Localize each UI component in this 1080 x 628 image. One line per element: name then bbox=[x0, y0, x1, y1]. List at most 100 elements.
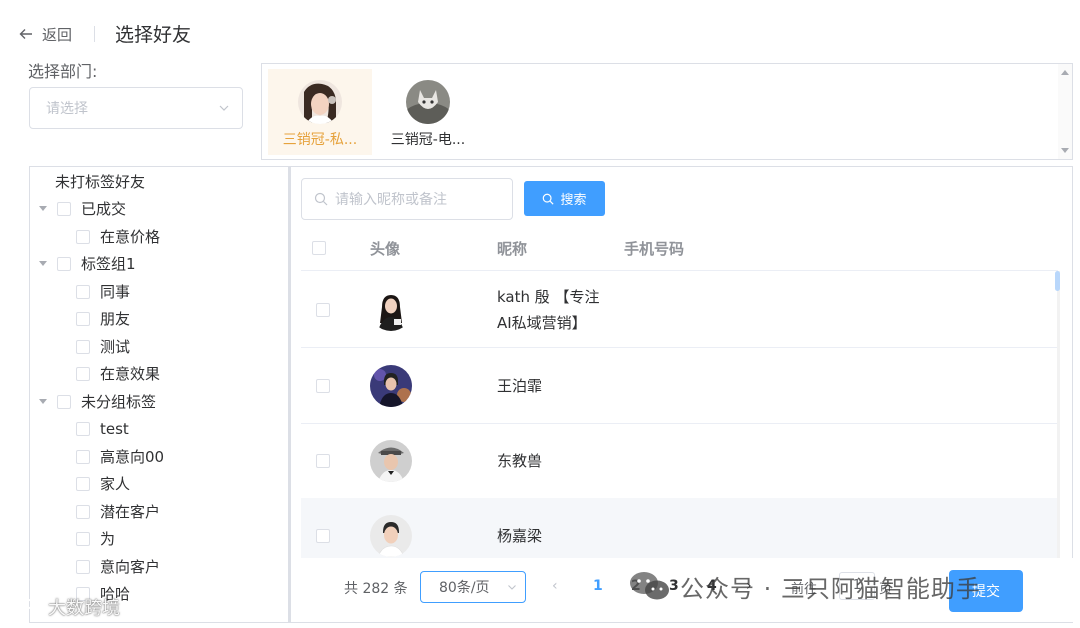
table-header: 头像 昵称 手机号码 bbox=[301, 227, 1058, 271]
chevron-down-icon bbox=[508, 585, 516, 590]
tree-group[interactable]: 标签组1 bbox=[39, 250, 136, 277]
checkbox[interactable] bbox=[76, 366, 90, 381]
tree-group-label: 未分组标签 bbox=[81, 393, 157, 411]
column-header-nickname: 昵称 bbox=[497, 240, 528, 258]
watermark-wechat: 公众号 · 三只阿猫智能助手 bbox=[628, 566, 981, 606]
checkbox[interactable] bbox=[76, 476, 90, 491]
department-label: 选择部门: bbox=[28, 62, 98, 81]
pagination-total: 共 282 条 bbox=[344, 581, 408, 597]
tree-group-label: 标签组1 bbox=[81, 255, 136, 273]
table-row[interactable]: 东教兽 bbox=[301, 423, 1058, 499]
arrow-left-icon bbox=[19, 29, 32, 39]
checkbox[interactable] bbox=[76, 311, 90, 326]
department-placeholder: 请选择 bbox=[46, 101, 88, 117]
prev-page-button[interactable]: ‹ bbox=[552, 578, 558, 594]
row-checkbox[interactable] bbox=[316, 529, 330, 543]
friend-list-panel: 请输入昵称或备注 搜索 头像 昵称 手机号码 kath 殷 【专注 AI私域营销… bbox=[291, 166, 1073, 623]
checkbox[interactable] bbox=[76, 449, 90, 464]
tree-item-label: 高意向00 bbox=[100, 448, 165, 466]
tree-item[interactable]: 家人 bbox=[76, 470, 130, 497]
table-row[interactable]: kath 殷 【专注 AI私域营销】 bbox=[301, 272, 1058, 348]
avatar bbox=[370, 365, 412, 407]
row-checkbox[interactable] bbox=[316, 303, 330, 317]
checkbox[interactable] bbox=[76, 229, 90, 244]
selected-friend-name: 三销冠-私... bbox=[282, 132, 358, 148]
header-divider bbox=[94, 26, 95, 42]
tree-item[interactable]: 潜在客户 bbox=[76, 498, 160, 525]
search-icon bbox=[543, 193, 555, 205]
checkbox[interactable] bbox=[57, 256, 71, 271]
tree-item-label: 测试 bbox=[100, 338, 131, 356]
search-icon bbox=[314, 192, 328, 206]
vertical-scrollbar[interactable] bbox=[1058, 64, 1072, 159]
tree-item-label: 为 bbox=[100, 530, 116, 548]
back-button[interactable]: 返回 bbox=[18, 22, 72, 46]
tree-item[interactable]: 在意价格 bbox=[76, 223, 160, 250]
tree-group[interactable]: 已成交 bbox=[39, 195, 126, 222]
table-scrollbar-track[interactable] bbox=[1057, 271, 1060, 559]
tree-item-label: 未打标签好友 bbox=[55, 173, 146, 191]
caret-down-icon[interactable] bbox=[39, 399, 47, 404]
page-title: 选择好友 bbox=[115, 24, 192, 46]
department-select[interactable]: 请选择 bbox=[29, 87, 243, 129]
selected-friend-card[interactable]: 三销冠-电... bbox=[376, 69, 480, 155]
checkbox[interactable] bbox=[76, 339, 90, 354]
back-label: 返回 bbox=[42, 25, 73, 44]
caret-down-icon[interactable] bbox=[39, 261, 47, 266]
tree-item-label: 家人 bbox=[100, 475, 131, 493]
avatar bbox=[298, 80, 342, 124]
selected-friend-name: 三销冠-电... bbox=[390, 132, 466, 148]
table-row[interactable]: 王泊霏 bbox=[301, 348, 1058, 424]
checkbox[interactable] bbox=[57, 201, 71, 216]
page-size-value: 80条/页 bbox=[439, 580, 490, 596]
tree-item[interactable]: 高意向00 bbox=[76, 443, 164, 470]
checkbox[interactable] bbox=[76, 504, 90, 519]
search-input[interactable]: 请输入昵称或备注 bbox=[301, 178, 513, 220]
page-number-1[interactable]: 1 bbox=[593, 578, 603, 594]
nickname-line: kath 殷 【专注 bbox=[497, 288, 600, 306]
tree-item[interactable]: test bbox=[76, 415, 129, 442]
column-header-phone: 手机号码 bbox=[624, 240, 685, 258]
tree-item-label: 潜在客户 bbox=[100, 503, 161, 521]
chevron-down-icon bbox=[219, 105, 229, 111]
tag-tree: 未打标签好友 已成交 在意价格 标签组1 同事 朋友 测试 在意效果 未分组标签… bbox=[29, 166, 290, 623]
search-placeholder: 请输入昵称或备注 bbox=[335, 192, 447, 208]
search-button[interactable]: 搜索 bbox=[524, 181, 605, 216]
checkbox[interactable] bbox=[57, 394, 71, 409]
nickname: 王泊霏 bbox=[497, 377, 543, 395]
row-checkbox[interactable] bbox=[316, 379, 330, 393]
checkbox[interactable] bbox=[76, 284, 90, 299]
tree-item-label: 同事 bbox=[100, 283, 131, 301]
tree-item-label: 在意效果 bbox=[100, 365, 161, 383]
search-button-label: 搜索 bbox=[560, 193, 587, 208]
select-all-checkbox[interactable] bbox=[312, 241, 326, 255]
checkbox[interactable] bbox=[76, 421, 90, 436]
selected-friends-box: 三销冠-私... 三销冠-电... bbox=[261, 63, 1073, 160]
table-scrollbar-thumb[interactable] bbox=[1055, 271, 1060, 291]
tree-item[interactable]: 意向客户 bbox=[76, 553, 160, 580]
checkbox[interactable] bbox=[76, 559, 90, 574]
avatar bbox=[370, 289, 412, 331]
tree-item[interactable]: 为 bbox=[76, 525, 115, 552]
tree-group[interactable]: 未分组标签 bbox=[39, 388, 156, 415]
nickname-line: AI私域营销】 bbox=[497, 314, 587, 332]
tree-item[interactable]: 朋友 bbox=[76, 305, 130, 332]
checkbox[interactable] bbox=[76, 531, 90, 546]
tree-item-label: 朋友 bbox=[100, 310, 131, 328]
selected-friend-card[interactable]: 三销冠-私... bbox=[268, 69, 372, 155]
scroll-down-icon[interactable] bbox=[1061, 148, 1069, 153]
tree-item-label: test bbox=[100, 419, 129, 438]
tree-item[interactable]: 同事 bbox=[76, 278, 130, 305]
caret-down-icon[interactable] bbox=[39, 206, 47, 211]
tree-item[interactable]: 在意效果 bbox=[76, 360, 160, 387]
tree-item-untagged[interactable]: 未打标签好友 bbox=[55, 168, 145, 195]
brand-logo-icon bbox=[8, 598, 42, 616]
tree-item[interactable]: 测试 bbox=[76, 333, 130, 360]
nickname: 东教兽 bbox=[497, 452, 543, 470]
row-checkbox[interactable] bbox=[316, 454, 330, 468]
avatar bbox=[370, 515, 412, 557]
watermark-logo: 大数跨境 bbox=[8, 593, 120, 621]
wechat-icon bbox=[630, 572, 669, 600]
scroll-up-icon[interactable] bbox=[1061, 70, 1069, 75]
page-size-select[interactable]: 80条/页 bbox=[420, 571, 526, 603]
